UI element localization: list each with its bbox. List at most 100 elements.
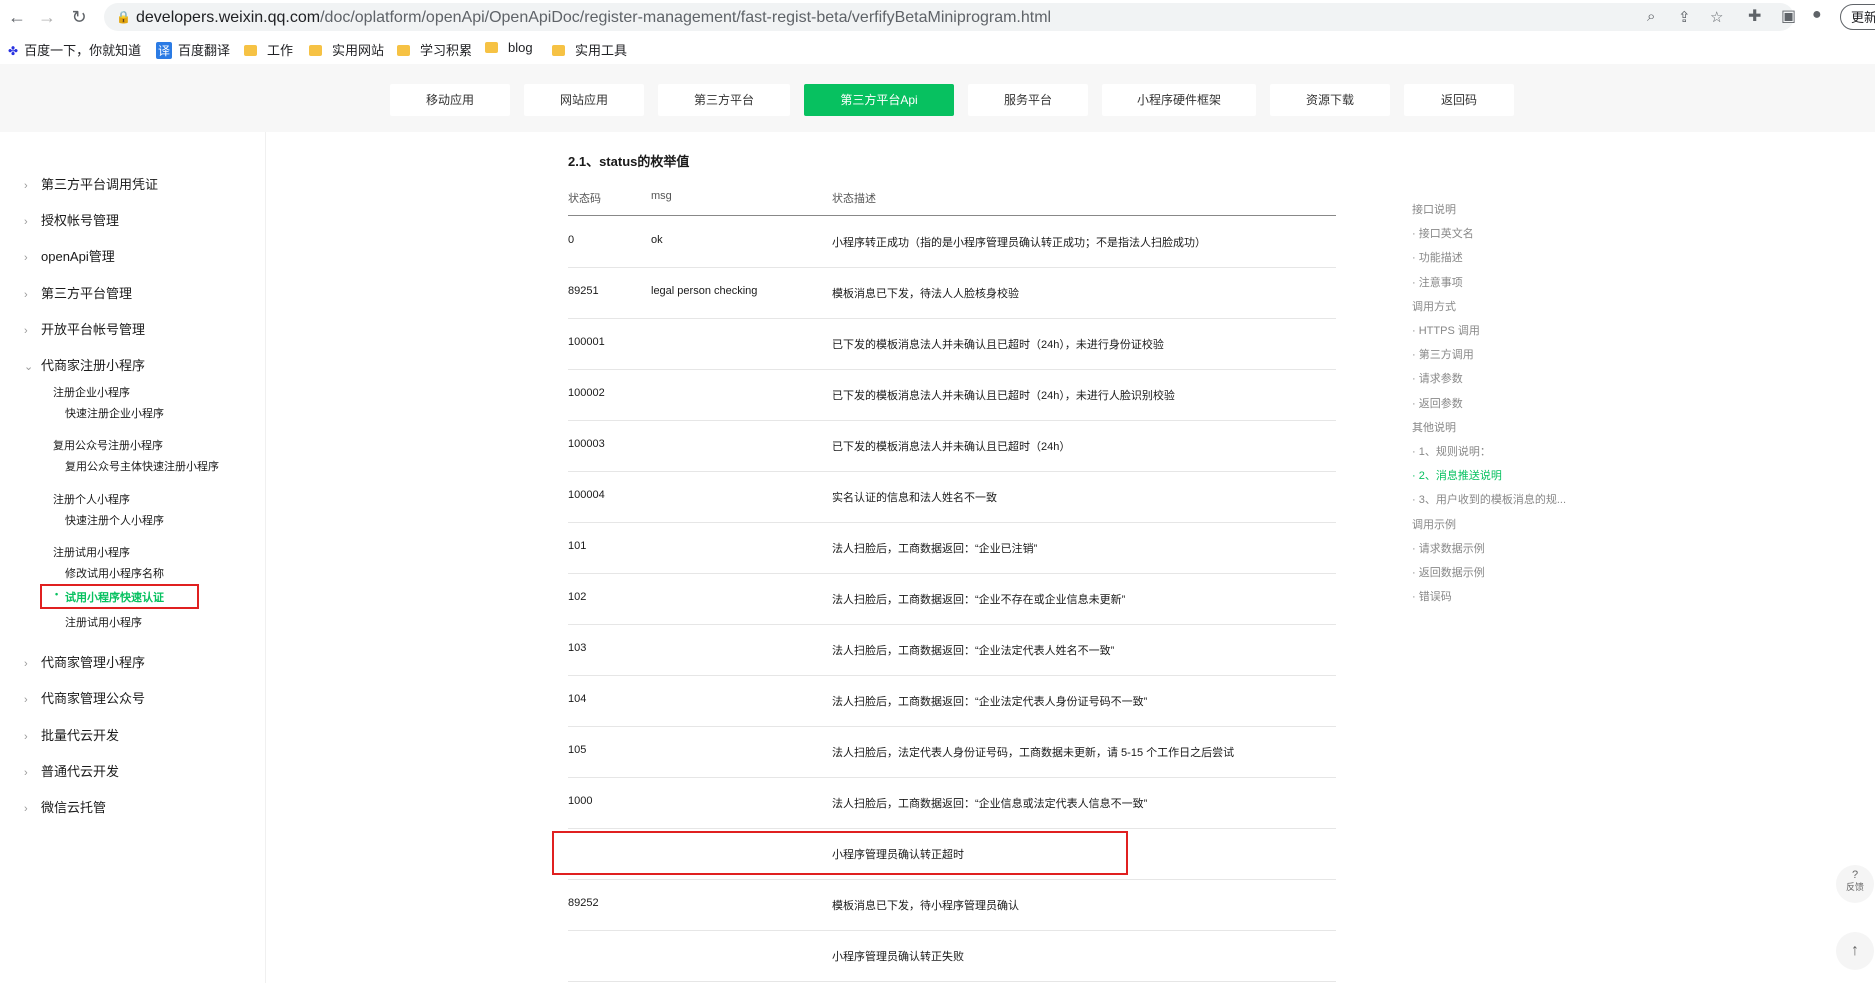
cell-description: 已下发的模板消息法人并未确认且已超时（24h），未进行身份证校验 <box>832 339 1164 351</box>
table-row-divider <box>568 777 1336 778</box>
bookmark-baidu[interactable]: ✤ 百度一下，你就知道 <box>8 40 141 59</box>
sidebar-sub-item[interactable]: 快速注册个人小程序 <box>65 512 164 528</box>
sidebar-item[interactable]: › 微信云托管 <box>24 797 106 816</box>
sidebar-item[interactable]: › openApi管理 <box>24 246 115 265</box>
table-row-divider <box>568 573 1336 574</box>
cell-status-code: 100003 <box>568 438 605 450</box>
table-row-divider <box>568 930 1336 931</box>
sidebar-sub-item[interactable]: 修改试用小程序名称 <box>65 565 164 581</box>
toc-link[interactable]: · 2、消息推送说明 <box>1412 467 1502 483</box>
table-row-divider <box>568 726 1336 727</box>
toc-link[interactable]: · 请求数据示例 <box>1412 540 1485 556</box>
browser-toolbar: ← → ↻ 🔒 developers.weixin.qq.com/doc/opl… <box>0 0 1875 34</box>
sidebar-item[interactable]: › 普通代云开发 <box>24 761 119 780</box>
sidebar-item-label: 第三方平台调用凭证 <box>41 177 159 192</box>
toc-heading[interactable]: 调用方式 <box>1412 298 1456 314</box>
toc-link[interactable]: · 返回数据示例 <box>1412 564 1485 580</box>
bookmark-folder-tools[interactable]: 实用工具 <box>552 40 627 59</box>
sidebar-sub-item[interactable]: 注册试用小程序 <box>65 614 142 630</box>
sidebar-item[interactable]: › 第三方平台管理 <box>24 283 132 302</box>
sidebar-item[interactable]: › 授权帐号管理 <box>24 210 119 229</box>
sidebar-group-title[interactable]: 注册试用小程序 <box>53 544 130 560</box>
zoom-icon[interactable]: ⌕ <box>1647 8 1655 25</box>
extensions-icon[interactable]: ✚ <box>1748 6 1761 26</box>
chevron-right-icon: › <box>24 767 28 779</box>
cell-description: 法人扫脸后，法定代表人身份证号码，工商数据未更新，请 5-15 个工作日之后尝试 <box>832 747 1235 759</box>
sidepanel-icon[interactable]: ▣ <box>1781 6 1796 26</box>
table-row-divider <box>568 981 1336 982</box>
table-row-divider <box>568 369 1336 370</box>
forward-arrow-icon[interactable]: → <box>36 6 58 28</box>
nav-return-codes[interactable]: 返回码 <box>1404 84 1514 116</box>
sidebar-sub-item[interactable]: 快速注册企业小程序 <box>65 405 164 421</box>
sidebar-item-expanded[interactable]: ⌄ 代商家注册小程序 <box>24 355 145 374</box>
toc-heading[interactable]: 调用示例 <box>1412 516 1456 532</box>
nav-third-party[interactable]: 第三方平台 <box>658 84 790 116</box>
toc-link[interactable]: · HTTPS 调用 <box>1412 322 1480 338</box>
chevron-right-icon: › <box>24 180 28 192</box>
update-button[interactable]: 更新 <box>1840 4 1875 30</box>
back-to-top-button[interactable]: ↑ <box>1836 932 1874 970</box>
sidebar-sub-item[interactable]: 复用公众号主体快速注册小程序 <box>65 458 219 474</box>
toc-link[interactable]: · 3、用户收到的模板消息的规... <box>1412 491 1566 507</box>
sidebar-group-title[interactable]: 复用公众号注册小程序 <box>53 437 163 453</box>
sidebar-item[interactable]: › 开放平台帐号管理 <box>24 319 145 338</box>
nav-website-app[interactable]: 网站应用 <box>524 84 644 116</box>
sidebar-group-title[interactable]: 注册个人小程序 <box>53 491 130 507</box>
cell-description: 模板消息已下发，待小程序管理员确认 <box>832 900 1019 912</box>
bookmark-folder-work[interactable]: 工作 <box>244 40 293 59</box>
cell-status-code: 89251 <box>568 285 599 297</box>
sidebar-item-label: 代商家管理公众号 <box>41 691 146 706</box>
toc-heading[interactable]: 其他说明 <box>1412 419 1456 435</box>
cell-status-code: 103 <box>568 642 587 654</box>
cell-status-code: 100001 <box>568 336 605 348</box>
toc-link[interactable]: · 注意事项 <box>1412 274 1463 290</box>
reload-icon[interactable]: ↻ <box>68 6 90 28</box>
bookmark-label: blog <box>508 40 533 55</box>
nav-third-party-api[interactable]: 第三方平台Api <box>804 84 954 116</box>
toc-link[interactable]: · 请求参数 <box>1412 370 1463 386</box>
sidebar-item[interactable]: › 第三方平台调用凭证 <box>24 174 158 193</box>
column-header-code: 状态码 <box>568 193 601 205</box>
bookmark-star-icon[interactable]: ☆ <box>1710 8 1723 26</box>
nav-hardware-framework[interactable]: 小程序硬件框架 <box>1102 84 1256 116</box>
table-row-divider <box>568 267 1336 268</box>
bookmark-folder-blog[interactable]: blog <box>485 40 533 55</box>
url-text[interactable]: developers.weixin.qq.com/doc/oplatform/o… <box>136 9 1051 27</box>
toc-link[interactable]: · 错误码 <box>1412 588 1452 604</box>
sidebar-item-label: 授权帐号管理 <box>41 213 120 228</box>
sidebar-item-label: 代商家管理小程序 <box>41 655 146 670</box>
toc-link[interactable]: · 接口英文名 <box>1412 225 1474 241</box>
share-icon[interactable]: ⇪ <box>1678 8 1691 26</box>
sidebar-item[interactable]: › 批量代云开发 <box>24 725 119 744</box>
toc-heading[interactable]: 接口说明 <box>1412 201 1456 217</box>
highlight-annotation-box <box>40 584 199 609</box>
toc-link[interactable]: · 返回参数 <box>1412 395 1463 411</box>
url-host: developers.weixin.qq.com <box>136 9 321 26</box>
cell-description: 实名认证的信息和法人姓名不一致 <box>832 492 997 504</box>
feedback-button[interactable]: ? 反馈 <box>1836 865 1874 903</box>
nav-resource-download[interactable]: 资源下载 <box>1270 84 1390 116</box>
cell-description: 法人扫脸后，工商数据返回：“企业法定代表人姓名不一致” <box>832 645 1115 657</box>
bookmark-label: 实用网站 <box>332 43 385 58</box>
toc-link[interactable]: · 第三方调用 <box>1412 346 1474 362</box>
sidebar-group-title[interactable]: 注册企业小程序 <box>53 384 130 400</box>
cell-description: 已下发的模板消息法人并未确认且已超时（24h），未进行人脸识别校验 <box>832 390 1175 402</box>
bookmark-fanyi[interactable]: 译百度翻译 <box>156 40 230 59</box>
profile-icon[interactable]: ● <box>1812 6 1822 24</box>
sidebar-item[interactable]: › 代商家管理小程序 <box>24 652 145 671</box>
back-arrow-icon[interactable]: ← <box>6 6 28 28</box>
bookmark-folder-sites[interactable]: 实用网站 <box>309 40 384 59</box>
nav-mobile-app[interactable]: 移动应用 <box>390 84 510 116</box>
sidebar-item-label: 普通代云开发 <box>41 764 120 779</box>
nav-service-platform[interactable]: 服务平台 <box>968 84 1088 116</box>
cell-status-code: 104 <box>568 693 587 705</box>
bookmark-folder-study[interactable]: 学习积累 <box>397 40 472 59</box>
cell-description: 法人扫脸后，工商数据返回：“企业法定代表人身份证号码不一致” <box>832 696 1148 708</box>
address-bar[interactable]: 🔒 developers.weixin.qq.com/doc/oplatform… <box>104 3 1794 31</box>
toc-link[interactable]: · 1、规则说明： <box>1412 443 1491 459</box>
chevron-right-icon: › <box>24 803 28 815</box>
toc-link[interactable]: · 功能描述 <box>1412 249 1463 265</box>
cell-status-code: 100004 <box>568 489 605 501</box>
sidebar-item[interactable]: › 代商家管理公众号 <box>24 688 145 707</box>
